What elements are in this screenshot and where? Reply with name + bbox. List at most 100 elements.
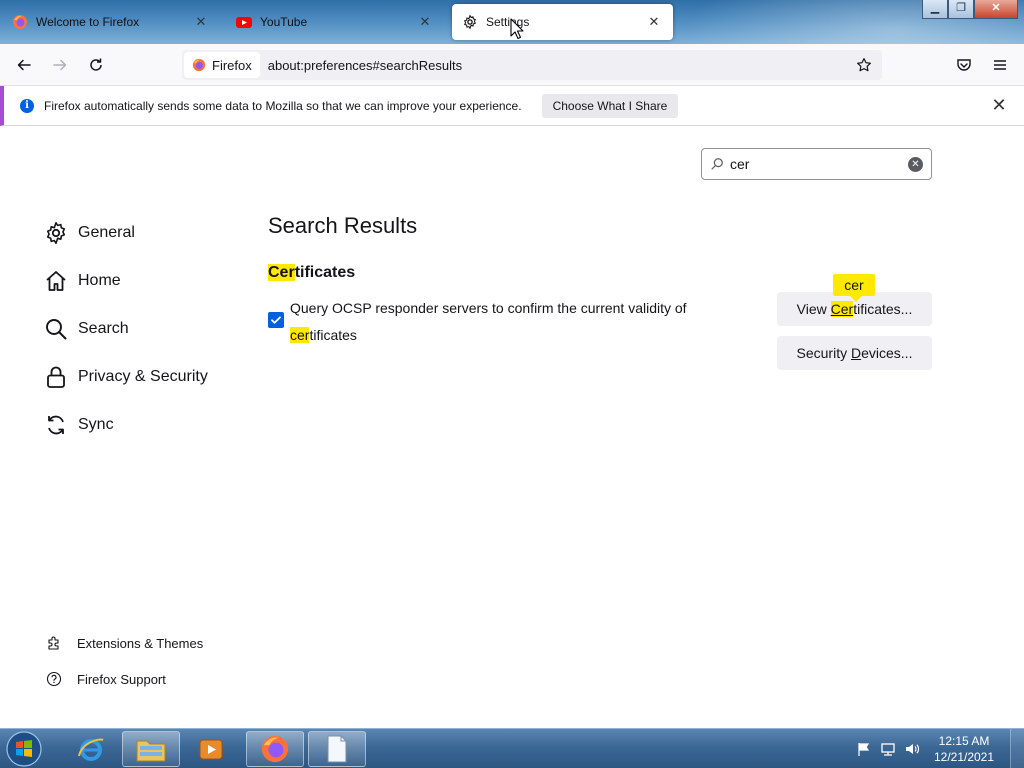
close-icon[interactable]: ✕ [990, 96, 1008, 114]
access-key: Cer [830, 301, 854, 317]
notification-bar: i Firefox automatically sends some data … [0, 86, 1024, 126]
ocsp-label-text-end: tificates [309, 327, 357, 343]
tab-settings[interactable]: Settings ✕ [452, 4, 673, 40]
help-icon [46, 671, 62, 687]
home-icon [46, 271, 66, 291]
search-icon [46, 319, 67, 340]
menu-button[interactable] [986, 51, 1014, 79]
taskbar-notepad[interactable] [308, 731, 366, 767]
firefox-icon [192, 58, 206, 72]
window-controls: ▁ ❐ ✕ [922, 0, 1018, 19]
search-value[interactable]: cer [730, 156, 908, 172]
clear-search-icon[interactable]: ✕ [908, 156, 923, 172]
clock-date: 12/21/2021 [933, 750, 995, 764]
firefox-icon [261, 735, 289, 763]
heading-rest: tificates [294, 264, 356, 281]
tab-title: Welcome to Firefox [36, 15, 140, 29]
url-bar[interactable]: Firefox about:preferences#searchResults [182, 50, 882, 80]
arrow-right-icon [53, 59, 67, 71]
ocsp-label[interactable]: Query OCSP responder servers to confirm … [290, 295, 687, 349]
gear-icon [464, 14, 476, 30]
ocsp-checkbox[interactable] [268, 312, 284, 328]
search-icon [711, 158, 723, 170]
extensions-themes-link[interactable]: Extensions & Themes [46, 625, 203, 661]
taskbar-firefox[interactable] [246, 731, 304, 767]
footer-link-label: Firefox Support [77, 671, 166, 687]
choose-what-i-share-button[interactable]: Choose What I Share [541, 93, 679, 118]
tab-close-icon[interactable]: ✕ [645, 13, 663, 31]
search-input[interactable]: cer ✕ [701, 148, 932, 180]
volume-icon[interactable] [904, 741, 920, 757]
system-tray: 12:15 AM 12/21/2021 [856, 729, 1024, 768]
tab-close-icon[interactable]: ✕ [192, 13, 210, 31]
clock[interactable]: 12:15 AM 12/21/2021 [928, 733, 1000, 765]
back-button[interactable] [10, 51, 38, 79]
category-sync[interactable]: Sync [44, 401, 208, 449]
category-label: Home [78, 272, 121, 289]
minimize-icon[interactable]: ▁ [922, 0, 948, 19]
firefox-icon [13, 15, 27, 29]
navigation-toolbar: Firefox about:preferences#searchResults [0, 44, 1024, 86]
ocsp-label-text: Query OCSP responder servers to confirm … [290, 300, 687, 316]
button-text-end: tificates... [853, 301, 913, 317]
action-center-flag-icon[interactable] [856, 741, 872, 757]
taskbar-media-player[interactable] [182, 731, 240, 767]
gear-icon [46, 222, 66, 244]
pocket-icon [957, 59, 971, 71]
category-label: Privacy & Security [78, 368, 208, 385]
category-privacy-security[interactable]: Privacy & Security [44, 353, 208, 401]
media-player-icon [199, 739, 223, 760]
url-text[interactable]: about:preferences#searchResults [268, 58, 856, 73]
search-tooltip: cer [833, 274, 875, 302]
lock-icon [47, 366, 65, 388]
category-general[interactable]: General [44, 209, 208, 257]
search-highlight: Cer [830, 301, 854, 317]
mouse-cursor-icon [510, 18, 524, 40]
sync-icon [48, 415, 64, 435]
access-key: D [850, 345, 862, 361]
file-explorer-icon [136, 740, 166, 762]
footer-links: Extensions & Themes Firefox Support [46, 625, 203, 697]
identity-label: Firefox [212, 57, 252, 73]
hamburger-menu-icon [994, 60, 1006, 70]
youtube-icon [236, 17, 252, 28]
network-icon[interactable] [880, 741, 896, 757]
forward-button[interactable] [46, 51, 74, 79]
close-icon[interactable]: ✕ [974, 0, 1018, 19]
tab-title: YouTube [260, 15, 308, 29]
maximize-icon[interactable]: ❐ [948, 0, 974, 19]
certificates-heading: Certificates [268, 264, 355, 282]
pocket-button[interactable] [950, 51, 978, 79]
button-text: Security [796, 345, 851, 361]
reload-button[interactable] [82, 51, 110, 79]
tab-youtube[interactable]: YouTube ✕ [226, 4, 444, 40]
category-home[interactable]: Home [44, 257, 208, 305]
preferences-page: cer ✕ General Home Search Privacy & Secu… [0, 127, 1024, 728]
security-devices-button[interactable]: Security Devices... [777, 336, 932, 370]
reload-icon [90, 58, 102, 71]
search-highlight: Cer [268, 264, 295, 281]
taskbar-internet-explorer[interactable] [62, 731, 120, 767]
search-highlight: cer [290, 327, 310, 343]
taskbar: 12:15 AM 12/21/2021 [0, 728, 1024, 768]
star-icon[interactable] [856, 57, 872, 73]
search-results-title: Search Results [268, 213, 418, 238]
taskbar-file-explorer[interactable] [122, 731, 180, 767]
footer-link-label: Extensions & Themes [77, 635, 204, 651]
button-text: View [796, 301, 831, 317]
info-icon: i [20, 98, 34, 113]
notepad-icon [327, 735, 347, 763]
tab-close-icon[interactable]: ✕ [416, 13, 434, 31]
checkmark-icon [271, 316, 281, 324]
notification-text: Firefox automatically sends some data to… [44, 98, 522, 113]
show-desktop-button[interactable] [1010, 729, 1024, 768]
windows-start-icon[interactable] [4, 730, 44, 768]
button-text-end: evices... [861, 345, 913, 361]
category-label: General [78, 224, 135, 241]
firefox-support-link[interactable]: Firefox Support [46, 661, 203, 697]
category-search[interactable]: Search [44, 305, 208, 353]
category-list: General Home Search Privacy & Security S… [44, 209, 208, 449]
internet-explorer-icon [78, 738, 104, 761]
tab-welcome-to-firefox[interactable]: Welcome to Firefox ✕ [2, 4, 220, 40]
identity-box[interactable]: Firefox [184, 52, 260, 78]
